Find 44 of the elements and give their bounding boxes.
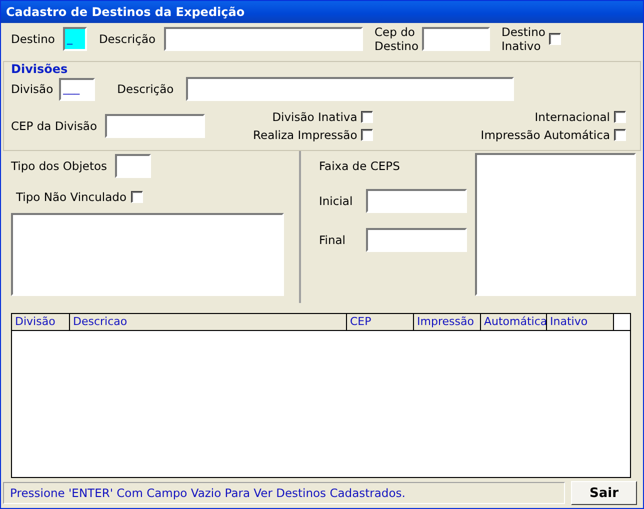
checkbox-label: Divisão Inativa <box>272 110 358 124</box>
status-bar: Pressione 'ENTER' Com Campo Vazio Para Ver Destinos Cadastrados. <box>3 482 565 504</box>
field-label: Inicial <box>319 194 353 208</box>
input-field[interactable] <box>186 77 514 101</box>
data-grid[interactable]: Divisão Descricao CEP Impressão Automática Inativo <box>11 313 631 478</box>
input-field[interactable]: ___ <box>59 78 96 100</box>
input-field[interactable]: _ <box>62 27 87 51</box>
checkbox[interactable] <box>361 111 374 123</box>
group-title: Divisões <box>11 62 69 76</box>
list-box[interactable] <box>475 153 636 296</box>
checkbox[interactable] <box>130 191 142 203</box>
checkbox[interactable] <box>549 33 562 45</box>
exit-button[interactable]: Sair <box>571 481 637 505</box>
field-label: Cep do Destino <box>374 25 418 53</box>
checkbox-label: Internacional <box>534 110 610 124</box>
input-field[interactable] <box>422 27 490 51</box>
checkbox-label: Tipo Não Vinculado <box>16 190 126 204</box>
column-header[interactable]: Divisão <box>12 314 70 330</box>
input-field[interactable] <box>366 228 467 252</box>
field-label: Descrição <box>117 82 174 96</box>
field-label: Tipo dos Objetos <box>11 159 107 173</box>
field-label: Destino <box>11 32 55 46</box>
checkbox-label: Realiza Impressão <box>253 128 358 142</box>
checkbox[interactable] <box>614 129 626 141</box>
checkbox[interactable] <box>361 129 374 141</box>
column-header[interactable]: CEP <box>347 314 414 330</box>
input-field[interactable] <box>105 114 206 138</box>
input-field[interactable] <box>366 189 467 213</box>
column-header[interactable]: Inativo <box>547 314 614 330</box>
window-title: Cadastro de Destinos da Expedição <box>1 1 643 23</box>
input-field[interactable] <box>164 27 363 51</box>
input-field[interactable] <box>115 154 151 178</box>
list-box[interactable] <box>11 213 284 296</box>
field-label: Descrição <box>98 32 156 46</box>
checkbox-label: Impressão Automática <box>480 128 610 142</box>
field-label: Final <box>319 233 346 247</box>
column-header[interactable]: Automática <box>481 314 547 330</box>
field-label: Divisão <box>11 82 54 96</box>
field-label: CEP da Divisão <box>11 119 98 133</box>
column-header[interactable]: Descricao <box>70 314 347 330</box>
column-header[interactable]: Impressão <box>414 314 481 330</box>
field-label: Destino Inativo <box>501 25 546 53</box>
checkbox[interactable] <box>614 111 626 123</box>
section-label: Faixa de CEPS <box>319 159 400 173</box>
